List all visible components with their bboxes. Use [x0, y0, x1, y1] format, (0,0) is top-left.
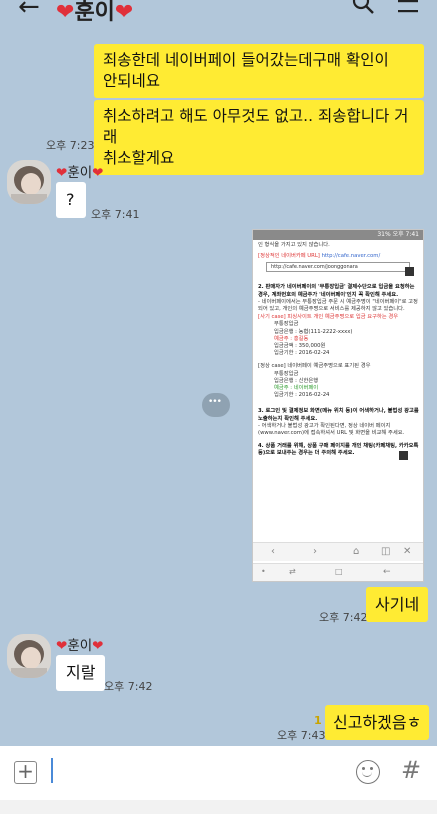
back-arrow-icon[interactable]: ←	[18, 0, 40, 20]
plus-icon[interactable]: +	[14, 761, 37, 784]
search-icon[interactable]	[352, 0, 374, 14]
dot-icon: •	[261, 567, 266, 576]
image-text: http://cafe.naver.com/	[321, 253, 381, 260]
my-message-bubble[interactable]: 사기네	[366, 587, 429, 622]
message-text: ?	[66, 190, 75, 209]
message-text-line: 안되네요	[103, 72, 161, 90]
home-icon: ⌂	[353, 546, 360, 557]
heart-icon: ❤	[56, 638, 68, 654]
message-text: 지랄	[66, 663, 96, 682]
image-text: 입금기한 : 2016-02-24	[274, 350, 330, 357]
message-input[interactable]	[51, 758, 53, 783]
image-text: 3. 로그인 및 결제정보 화면(메뉴 위치 등)이 어색하거나, 불법성 광고…	[258, 408, 419, 422]
chat-title: ❤훈이❤	[56, 0, 133, 26]
image-text: - 네이버페이에서는 무통장입금 주문 시 예금주명이 "네이버페이"로 고정되…	[258, 298, 418, 313]
back-icon: ‹	[271, 546, 275, 557]
avatar[interactable]	[7, 634, 51, 678]
message-text-line: 취소하려고 해도 아무것도 없고.. 죄송합니다 거래	[103, 107, 409, 146]
heart-icon: ❤	[92, 638, 104, 654]
image-text: 입금은행 : 신한은행	[274, 377, 319, 384]
image-text: - 어색하거나 불법성 광고가 확인된다면, 정상 네이버 페이지(www.na…	[258, 422, 405, 437]
heart-icon: ❤	[56, 0, 75, 25]
normal-example: 무통장입금 입금은행 : 신한은행 예금주 : 네이버페이 입금기한 : 201…	[258, 371, 420, 400]
my-message-bubble[interactable]: 죄송한데 네이버페이 들어갔는데구매 확인이 안되네요	[94, 44, 424, 98]
collapse-box-icon	[399, 451, 408, 460]
image-message[interactable]: 31% 오후 7:41 인 형식을 가지고 있지 않습니다. [정상적인 네이버…	[252, 229, 424, 582]
message-time: 오후 7:41	[91, 208, 140, 221]
message-time: 오후 7:43	[277, 729, 326, 742]
message-text-line: 취소할게요	[103, 149, 175, 167]
image-content: 인 형식을 가지고 있지 않습니다. [정상적인 네이버카페 URL] http…	[253, 240, 423, 538]
avatar[interactable]	[7, 160, 51, 204]
image-text: 입금기한 : 2016-02-24	[274, 392, 330, 399]
bottom-strip	[0, 800, 437, 814]
other-message-bubble[interactable]: ?	[56, 182, 86, 218]
image-text: 입금은행 : 농협(111-2222-xxxx)	[274, 328, 353, 335]
avatar-image	[7, 634, 51, 678]
close-icon: ✕	[403, 546, 412, 557]
sender-name: ❤훈이❤	[56, 634, 103, 654]
status-bar: 31% 오후 7:41	[253, 230, 423, 240]
message-time: 오후 7:42	[104, 680, 153, 693]
forward-icon: ›	[313, 546, 317, 557]
message-time: 오후 7:23	[46, 139, 95, 152]
message-input-bar: + #	[0, 746, 437, 800]
message-text-line: 죄송한데 네이버페이 들어갔는데구매 확인이	[103, 51, 389, 69]
emoji-icon[interactable]	[356, 760, 380, 784]
image-text: 4. 상품 거래를 위해, 상품 구매 페이지를 개인 채팅(카페채팅, 카카오…	[258, 443, 419, 457]
image-text: 2. 판매자가 네이버페이의 '무통장입금' 결제수단으로 입금을 요청하는 경…	[258, 284, 415, 298]
tabs-icon: ◫	[381, 546, 391, 557]
share-bubble-icon[interactable]	[202, 393, 230, 417]
sender-name-text: 훈이	[67, 165, 93, 181]
android-nav-bar: • ⇄ □ ←	[253, 563, 423, 581]
chat-header: ← ❤훈이❤	[0, 0, 437, 36]
heart-icon: ❤	[114, 0, 134, 25]
my-message-bubble[interactable]: 신고하겠음ㅎ	[325, 705, 430, 740]
image-text: 인 형식을 가지고 있지 않습니다.	[258, 242, 330, 248]
chat-title-text: 훈이	[74, 0, 115, 25]
image-url-bar: http://cafe.naver.com/joonggonara	[266, 262, 410, 273]
my-message-bubble[interactable]: 취소하려고 해도 아무것도 없고.. 죄송합니다 거래 취소할게요	[94, 100, 424, 175]
scam-example: 무통장입금 입금은행 : 농협(111-2222-xxxx) 예금주 : 홍길동…	[258, 321, 420, 357]
recent-icon: ⇄	[289, 567, 296, 576]
browser-nav-bar: ‹ › ⌂ ◫ ✕	[253, 542, 423, 561]
image-text: 예금주 : 홍길동	[274, 335, 309, 342]
message-text: 신고하겠음ㅎ	[333, 713, 422, 732]
message-text: 사기네	[375, 595, 420, 614]
image-text: [정상 case] 네이버페이 예금주명으로 표기된 경우	[258, 363, 371, 370]
other-message-bubble[interactable]: 지랄	[56, 655, 106, 691]
hamburger-menu-icon[interactable]	[398, 0, 418, 14]
unread-count: 1	[314, 714, 322, 727]
image-text: 무통장입금	[274, 370, 299, 377]
hash-icon[interactable]: #	[401, 756, 421, 784]
image-text: [정상적인 네이버카페 URL]	[258, 253, 320, 260]
back-icon: ←	[383, 567, 391, 577]
avatar-image	[7, 160, 51, 204]
sender-name: ❤훈이❤	[56, 161, 103, 181]
collapse-box-icon	[405, 267, 414, 276]
message-time: 오후 7:42	[319, 611, 368, 624]
image-text: 무통장입금	[274, 321, 299, 328]
home-icon: □	[335, 567, 343, 576]
sender-name-text: 훈이	[67, 638, 93, 654]
heart-icon: ❤	[92, 165, 104, 181]
heart-icon: ❤	[56, 165, 68, 181]
